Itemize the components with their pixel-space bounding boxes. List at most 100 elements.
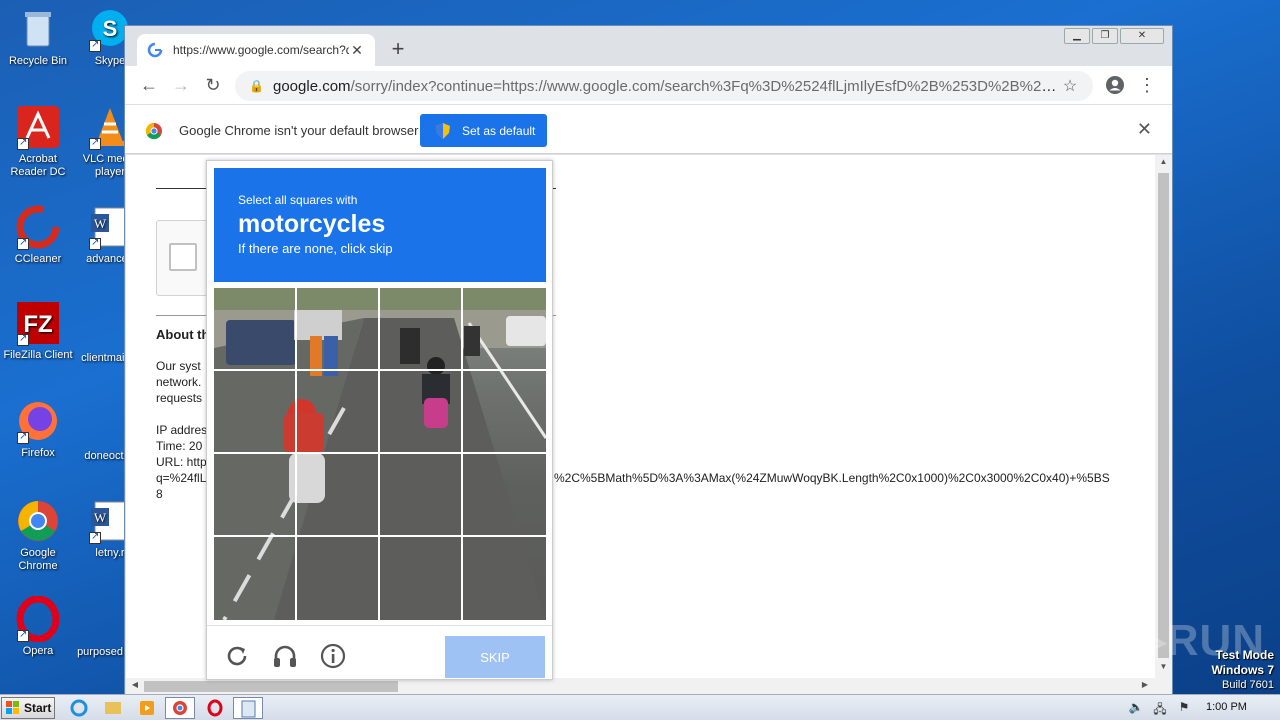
taskbar-opera-icon[interactable]	[200, 697, 230, 719]
challenge-hint: If there are none, click skip	[238, 241, 393, 256]
new-tab-button[interactable]: +	[387, 38, 409, 60]
grid-tile[interactable]	[463, 454, 544, 535]
grid-tile[interactable]	[463, 371, 544, 452]
time-label: Time: 20	[156, 439, 203, 453]
refresh-icon[interactable]	[223, 642, 251, 670]
minimize-button[interactable]: ▁	[1064, 28, 1090, 44]
info-icon[interactable]	[319, 642, 347, 670]
taskbar-media-player-icon[interactable]	[132, 697, 162, 719]
headphones-audio-icon[interactable]	[271, 642, 299, 670]
challenge-header: Select all squares with motorcycles If t…	[214, 168, 546, 282]
challenge-footer: SKIP	[207, 625, 552, 681]
recycle-bin-icon	[15, 6, 61, 52]
url-text: google.com/sorry/index?continue=https://…	[273, 77, 1061, 95]
taskbar-chrome-icon[interactable]	[165, 697, 195, 719]
lock-icon: 🔒	[249, 79, 264, 93]
start-button[interactable]: Start	[1, 697, 55, 719]
grid-tile[interactable]	[380, 371, 461, 452]
taskbar-explorer-icon[interactable]	[98, 697, 128, 719]
profile-avatar-icon[interactable]	[1103, 74, 1127, 96]
filezilla-icon: FZ	[15, 300, 61, 346]
reload-icon[interactable]: ↻	[201, 74, 225, 96]
default-browser-infobar: Google Chrome isn't your default browser…	[125, 104, 1172, 154]
bookmark-star-icon[interactable]: ☆	[1061, 76, 1079, 96]
grid-tile[interactable]	[297, 288, 378, 369]
browser-toolbar: ← → ↻ 🔒 google.com/sorry/index?continue=…	[125, 66, 1172, 104]
grid-tile[interactable]	[297, 454, 378, 535]
recaptcha-challenge: Select all squares with motorcycles If t…	[206, 160, 553, 680]
desktop-icon-acrobat[interactable]: Acrobat Reader DC	[0, 104, 76, 179]
chrome-small-icon	[145, 122, 162, 140]
scroll-left-arrow-icon[interactable]: ◀	[128, 680, 142, 689]
challenge-instruction: Select all squares with	[238, 193, 358, 207]
tab-title: https://www.google.com/search?q=	[173, 43, 349, 57]
grid-tile[interactable]	[380, 288, 461, 369]
google-g-icon	[147, 42, 163, 58]
desktop-icon-ccleaner[interactable]: CCleaner	[0, 204, 76, 266]
chrome-icon	[15, 498, 61, 544]
taskbar-notepad-icon[interactable]	[233, 697, 263, 719]
skip-button[interactable]: SKIP	[445, 636, 545, 678]
challenge-target: motorcycles	[238, 210, 386, 238]
action-center-flag-icon[interactable]: ⚑	[1176, 700, 1192, 716]
grid-tile[interactable]	[214, 454, 295, 535]
body-line-3: requests	[156, 391, 203, 405]
body-line-2: network.	[156, 375, 202, 389]
back-arrow-icon[interactable]: ←	[137, 74, 161, 96]
grid-tile[interactable]	[463, 288, 544, 369]
body-line-1: Our syst	[156, 359, 201, 373]
vertical-scrollbar[interactable]: ▲ ▼	[1155, 155, 1172, 678]
vertical-scroll-thumb[interactable]	[1158, 173, 1169, 658]
infobar-close-icon[interactable]: ✕	[1137, 119, 1152, 140]
show-desktop-button[interactable]	[1258, 700, 1278, 716]
tab-google-search[interactable]: https://www.google.com/search?q= ✕	[137, 34, 375, 66]
grid-tile[interactable]	[297, 371, 378, 452]
taskbar: Start ▲ 🔈 🖧 ⚑ 1:00 PM	[0, 694, 1280, 720]
network-icon[interactable]: 🖧	[1152, 700, 1168, 716]
volume-icon[interactable]: 🔈	[1128, 700, 1144, 716]
scroll-right-arrow-icon[interactable]: ▶	[1138, 680, 1152, 689]
firefox-icon	[15, 398, 61, 444]
tab-close-icon[interactable]: ✕	[349, 42, 365, 59]
desktop-icon-firefox[interactable]: Firefox	[0, 398, 76, 460]
ip-address-label: IP addres	[156, 423, 208, 437]
forward-arrow-icon[interactable]: →	[169, 74, 193, 96]
window-controls: ▁ ❐ ✕	[1062, 28, 1164, 44]
uac-shield-icon	[436, 122, 450, 139]
challenge-image-grid	[214, 288, 546, 620]
address-bar[interactable]: 🔒 google.com/sorry/index?continue=https:…	[235, 71, 1093, 101]
grid-tile[interactable]	[380, 537, 461, 618]
about-heading: About th	[156, 327, 210, 342]
test-mode-notice: Test Mode Windows 7 Build 7601	[1211, 648, 1274, 691]
taskbar-ie-icon[interactable]	[64, 697, 94, 719]
desktop-icon-recycle-bin[interactable]: Recycle Bin	[0, 6, 76, 68]
url-label: URL: http	[156, 455, 207, 469]
maximize-button[interactable]: ❐	[1092, 28, 1118, 44]
svg-text:W: W	[94, 510, 107, 525]
svg-text:W: W	[94, 216, 107, 231]
grid-tile[interactable]	[380, 454, 461, 535]
close-window-button[interactable]: ✕	[1120, 28, 1164, 44]
grid-tile[interactable]	[214, 537, 295, 618]
svg-text:S: S	[103, 16, 118, 41]
set-as-default-button[interactable]: Set as default	[420, 114, 547, 147]
windows-flag-icon	[6, 701, 19, 714]
url-line-right: %2C%5BMath%5D%3A%3AMax(%24ZMuwWoqyBK.Len…	[554, 471, 1110, 485]
grid-tile[interactable]	[214, 288, 295, 369]
ccleaner-icon	[15, 204, 61, 250]
url-line-left: q=%24flL	[156, 471, 207, 485]
desktop-icon-filezilla[interactable]: FZ FileZilla Client	[0, 300, 76, 362]
grid-tile[interactable]	[297, 537, 378, 618]
tab-strip: https://www.google.com/search?q= ✕ + ▁ ❐…	[125, 26, 1172, 66]
scroll-up-arrow-icon[interactable]: ▲	[1155, 157, 1172, 171]
grid-tile[interactable]	[214, 371, 295, 452]
acrobat-icon	[15, 104, 61, 150]
horizontal-scroll-thumb[interactable]	[144, 681, 398, 692]
grid-tile[interactable]	[463, 537, 544, 618]
url-line-3: 8	[156, 487, 163, 501]
desktop-icon-chrome[interactable]: Google Chrome	[0, 498, 76, 573]
recaptcha-checkbox[interactable]	[169, 243, 197, 271]
infobar-message: Google Chrome isn't your default browser	[179, 123, 419, 138]
kebab-menu-icon[interactable]: ⋮	[1135, 74, 1159, 96]
taskbar-clock[interactable]: 1:00 PM	[1206, 701, 1247, 713]
